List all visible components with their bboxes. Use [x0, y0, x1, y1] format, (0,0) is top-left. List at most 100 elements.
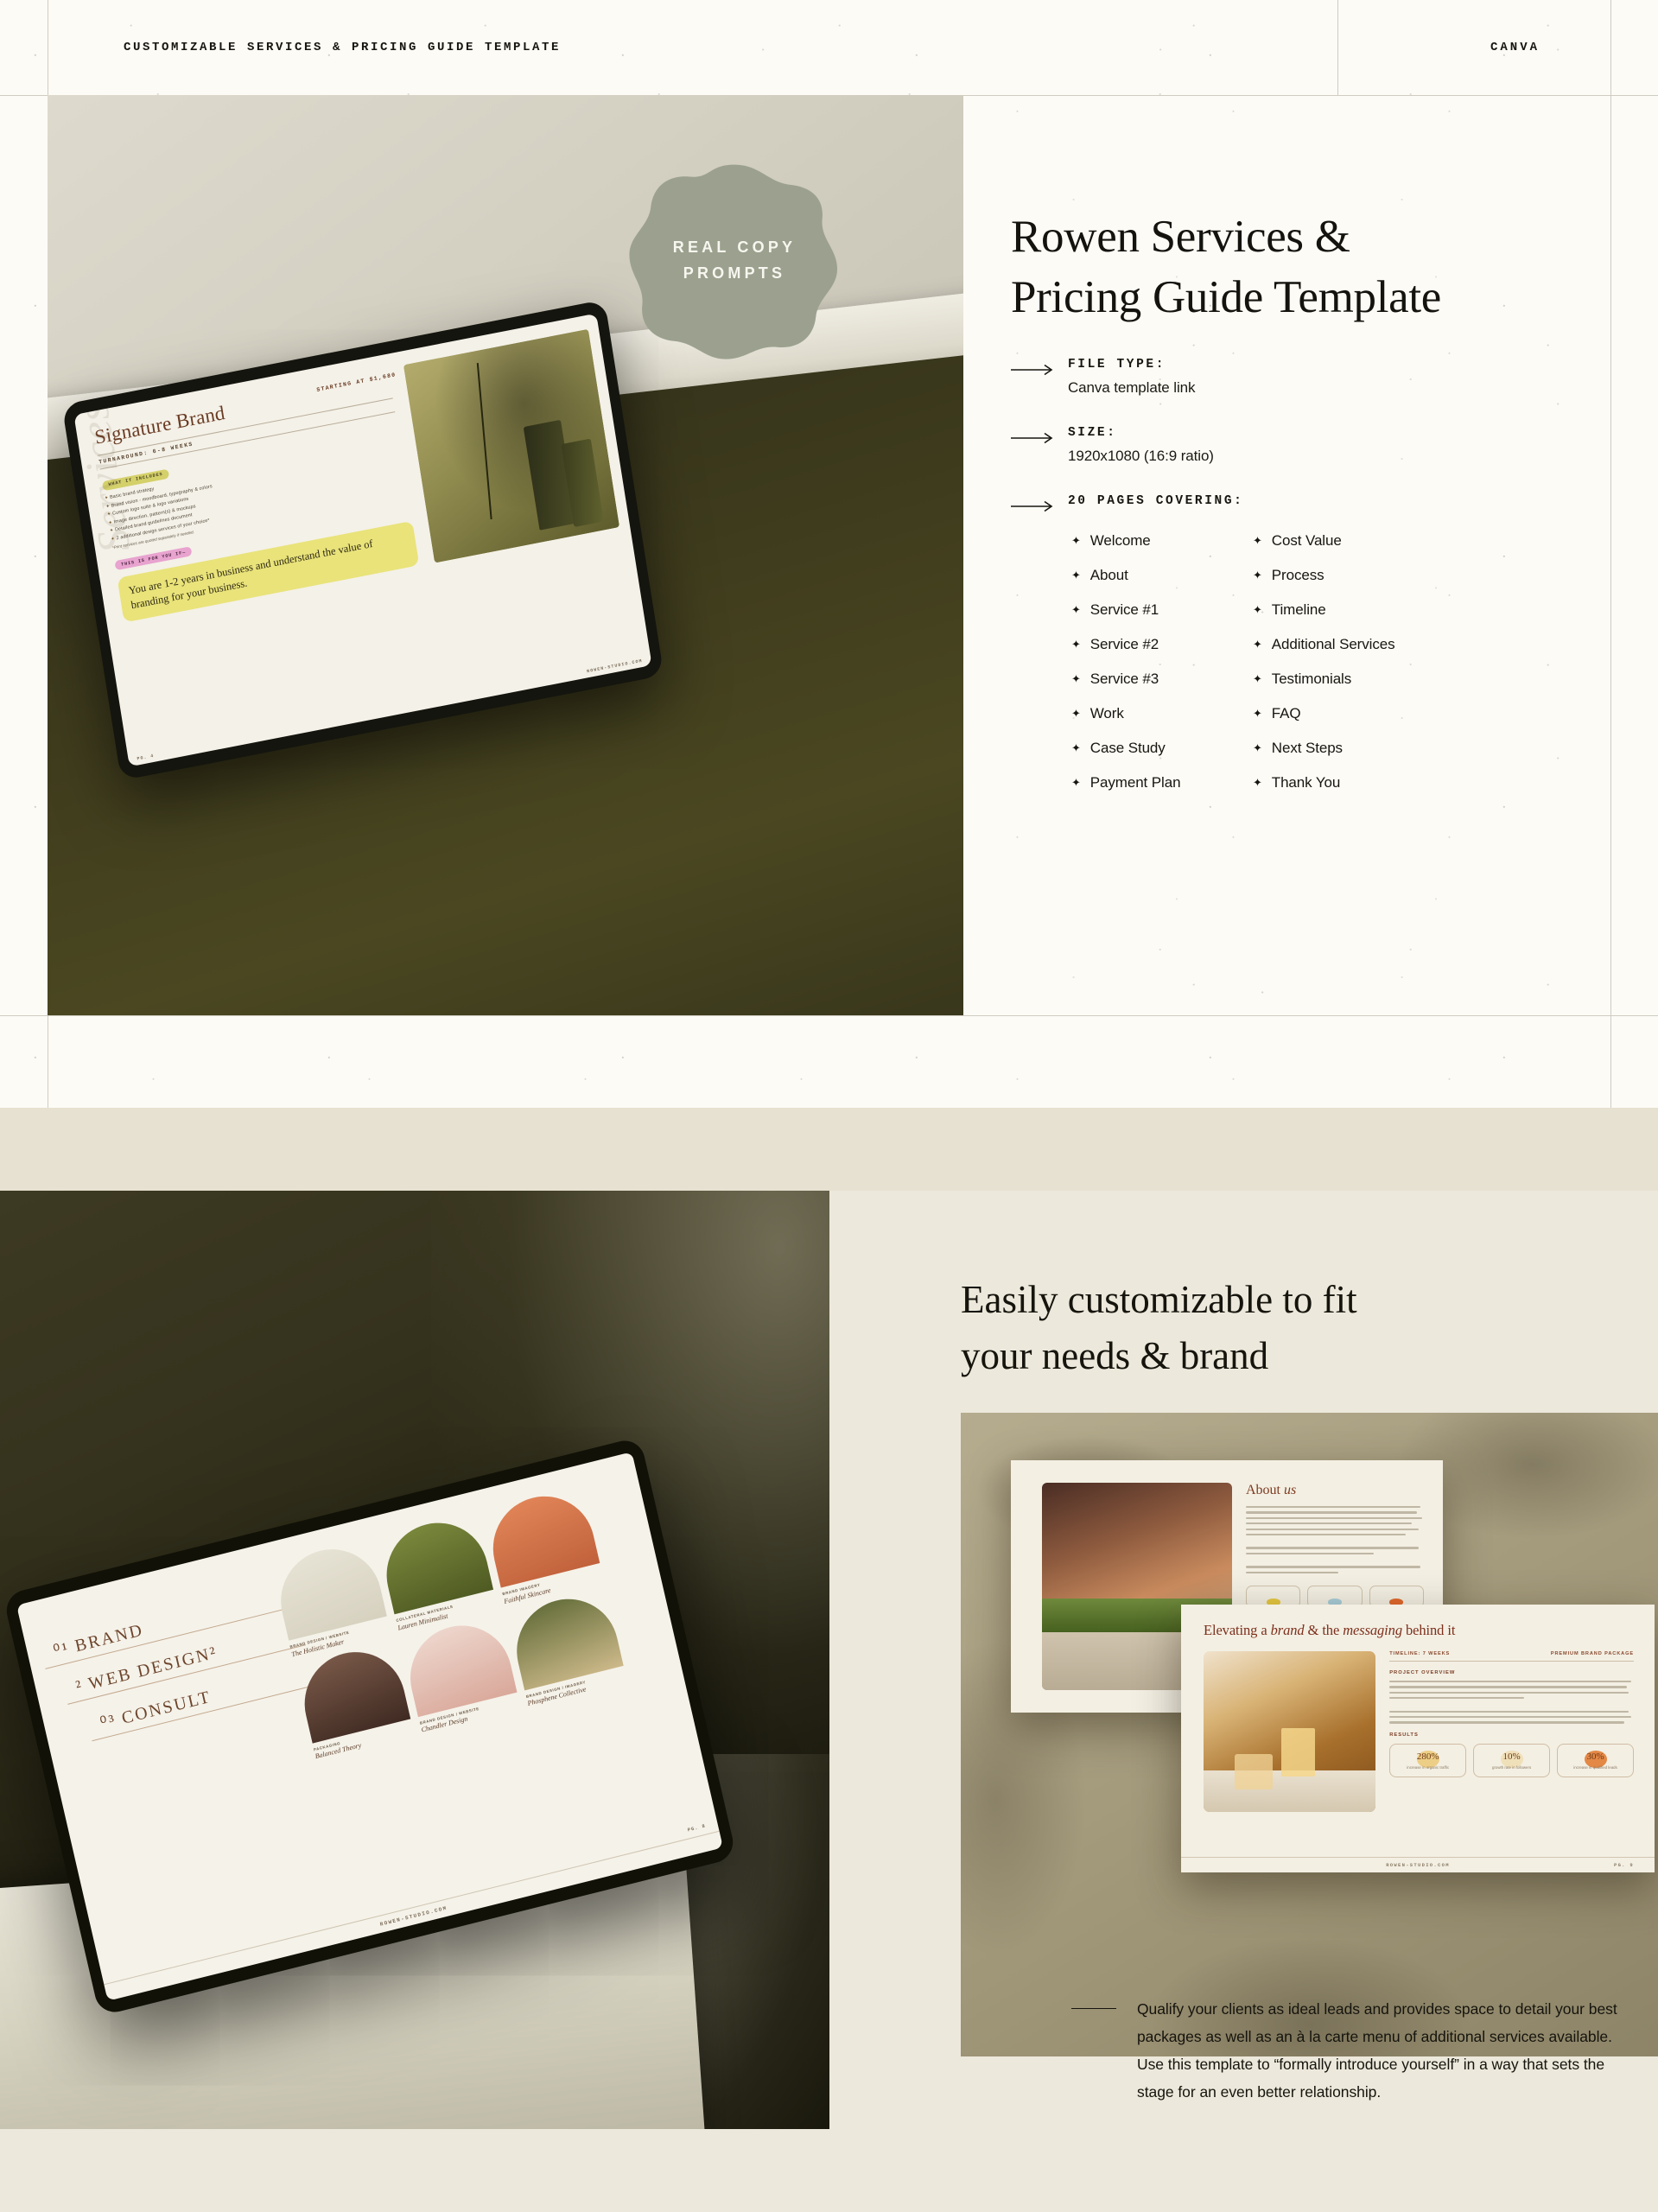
page-name: Process	[1271, 566, 1324, 583]
diamond-bullet-icon: ✦	[1071, 534, 1081, 548]
list-item: ✦ Case Study	[1071, 731, 1253, 766]
badge-line-1: REAL COPY	[672, 238, 797, 257]
page-name: Cost Value	[1271, 531, 1342, 549]
slide-page-number: PG. 8	[687, 1822, 707, 1834]
slide-site-url: ROWEN-STUDIO.COM	[586, 658, 644, 675]
about-title-italic: us	[1284, 1483, 1297, 1497]
case-results-label: RESULTS	[1389, 1732, 1419, 1738]
diamond-bullet-icon: ✦	[1071, 638, 1081, 652]
arrow-right-icon	[1011, 426, 1068, 444]
page-name: Service #1	[1089, 601, 1159, 618]
spec-row-pages: 20 PAGES COVERING: ✦ Welcome ✦ Cost Value …	[1011, 494, 1616, 800]
diamond-bullet-icon: ✦	[1253, 603, 1262, 617]
section-two-heading-line-1: Easily customizable to fit	[961, 1278, 1357, 1321]
diamond-bullet-icon: ✦	[1071, 569, 1081, 582]
page-title: CUSTOMIZABLE SERVICES & PRICING GUIDE TE…	[124, 41, 562, 54]
case-footer: ROWEN-STUDIO.COM PG. 9	[1181, 1857, 1655, 1868]
section-two-paragraph: Qualify your clients as ideal leads and …	[1137, 2000, 1617, 2101]
hero-heading-line-1: Rowen Services &	[1011, 212, 1350, 262]
list-item: ✦ Timeline	[1253, 593, 1616, 627]
section-two-heading: Easily customizable to fit your needs & …	[961, 1272, 1583, 1385]
case-overview-text	[1389, 1681, 1634, 1724]
diamond-bullet-icon: ✦	[1253, 569, 1262, 582]
case-meta: TIMELINE: 7 WEEKS PREMIUM BRAND PACKAGE …	[1389, 1651, 1634, 1812]
spec-key: SIZE:	[1068, 425, 1117, 440]
page-name: Case Study	[1089, 739, 1166, 756]
case-title-italic1: brand	[1270, 1622, 1305, 1638]
page-name: Next Steps	[1271, 739, 1343, 756]
page-name: Timeline	[1271, 601, 1326, 618]
cocktail-glass-shape-2	[1234, 1754, 1273, 1789]
spec-body: FILE TYPE: Canva template link	[1068, 358, 1616, 397]
stat-card: 30% increase in qualified leads	[1557, 1743, 1634, 1777]
stat-value: 10%	[1502, 1751, 1521, 1762]
diamond-bullet-icon: ✦	[1071, 672, 1081, 686]
case-overview-label: PROJECT OVERVIEW	[1389, 1670, 1456, 1675]
section-two-paragraph-block: Qualify your clients as ideal leads and …	[1071, 1996, 1624, 2106]
list-item: COLLATERAL MATERIALS Lauren Minimalist	[377, 1512, 498, 1631]
diamond-bullet-icon: ✦	[1253, 776, 1262, 790]
case-stats-row: 280% increase in organic traffic 10% gro…	[1389, 1743, 1634, 1777]
preview-image-block: About us ROWEN-ST Elevating a brand & th…	[961, 1413, 1658, 2056]
slide-product-image	[403, 328, 620, 563]
diamond-bullet-icon: ✦	[1071, 603, 1081, 617]
list-item: BRAND DESIGN / IMAGERY Phosphene Collect…	[506, 1587, 627, 1707]
diamond-bullet-icon: ✦	[1253, 638, 1262, 652]
case-meta-row: TIMELINE: 7 WEEKS PREMIUM BRAND PACKAGE	[1389, 1651, 1634, 1662]
hero-section: CUSTOMIZABLE SERVICES & PRICING GUIDE TE…	[0, 0, 1658, 2103]
spec-body: 20 PAGES COVERING: ✦ Welcome ✦ Cost Value …	[1068, 494, 1616, 800]
spec-row-file-type: FILE TYPE: Canva template link	[1011, 358, 1616, 397]
about-body-text	[1246, 1506, 1424, 1573]
list-item: ✦ Work	[1071, 696, 1253, 731]
case-title-part2: & the	[1304, 1622, 1344, 1638]
page-name: Service #2	[1089, 635, 1159, 652]
list-item: ✦ FAQ	[1253, 696, 1616, 731]
list-item: ✦ Process	[1253, 558, 1616, 593]
diamond-bullet-icon: ✦	[1253, 741, 1262, 755]
list-item: ✦ Service #3	[1071, 662, 1253, 696]
list-item: ✦ Welcome	[1071, 524, 1253, 558]
arrow-right-icon	[1011, 358, 1068, 376]
real-copy-prompts-badge: REAL COPY PROMPTS	[627, 161, 842, 361]
page-name: Testimonials	[1271, 670, 1352, 687]
case-photo	[1204, 1651, 1376, 1812]
stat-caption: increase in qualified leads	[1573, 1764, 1617, 1770]
section-two-heading-line-2: your needs & brand	[961, 1334, 1269, 1378]
pages-list: ✦ Welcome ✦ Cost Value ✦ About ✦ Process ✦ Se…	[1071, 524, 1616, 800]
diamond-bullet-icon: ✦	[1253, 534, 1262, 548]
case-timeline: TIMELINE: 7 WEEKS	[1389, 1651, 1451, 1656]
stat-card: 280% increase in organic traffic	[1389, 1743, 1467, 1777]
slide-page-number: PG. 4	[137, 753, 155, 762]
page-name: Work	[1089, 704, 1124, 721]
hero-info-panel: Rowen Services & Pricing Guide Template …	[1011, 207, 1616, 800]
section-top-band	[0, 1108, 1658, 1191]
project-arch-grid: BRAND DESIGN / WEBSITE The Holistic Make…	[270, 1475, 669, 1760]
list-item: PACKAGING Balanced Theory	[294, 1641, 416, 1760]
case-title-part3: behind it	[1401, 1622, 1456, 1638]
list-item: ✦ Payment Plan	[1071, 766, 1253, 800]
case-package: PREMIUM BRAND PACKAGE	[1550, 1651, 1634, 1656]
case-title: Elevating a brand & the messaging behind…	[1204, 1622, 1634, 1639]
diamond-bullet-icon: ✦	[1071, 707, 1081, 721]
spec-value: 1920x1080 (16:9 ratio)	[1068, 447, 1214, 464]
stat-value: 280%	[1416, 1751, 1439, 1762]
list-item: ✦ Cost Value	[1253, 524, 1616, 558]
list-item: BRAND IMAGERY Faithful Skincare	[483, 1485, 604, 1605]
hero-heading: Rowen Services & Pricing Guide Template	[1011, 207, 1616, 328]
page-name: Additional Services	[1271, 635, 1395, 652]
spec-key: FILE TYPE:	[1068, 357, 1166, 372]
case-title-part1: Elevating a	[1204, 1622, 1271, 1638]
slide-site-url: ROWEN-STUDIO.COM	[1386, 1862, 1450, 1868]
stat-card: 10% growth rate in followers	[1473, 1743, 1551, 1777]
list-item: ✦ Thank You	[1253, 766, 1616, 800]
pages-label: 20 PAGES COVERING:	[1068, 493, 1244, 508]
dash-icon	[1071, 2008, 1116, 2106]
about-title-plain: About	[1246, 1483, 1284, 1497]
page-name: Service #3	[1089, 670, 1159, 687]
hero-heading-line-2: Pricing Guide Template	[1011, 271, 1441, 322]
page-name: FAQ	[1271, 704, 1301, 721]
lavender-stem-icon	[477, 362, 492, 519]
diamond-bullet-icon: ✦	[1253, 707, 1262, 721]
spec-body: SIZE: 1920x1080 (16:9 ratio)	[1068, 426, 1616, 465]
case-title-italic2: messaging	[1343, 1622, 1402, 1638]
